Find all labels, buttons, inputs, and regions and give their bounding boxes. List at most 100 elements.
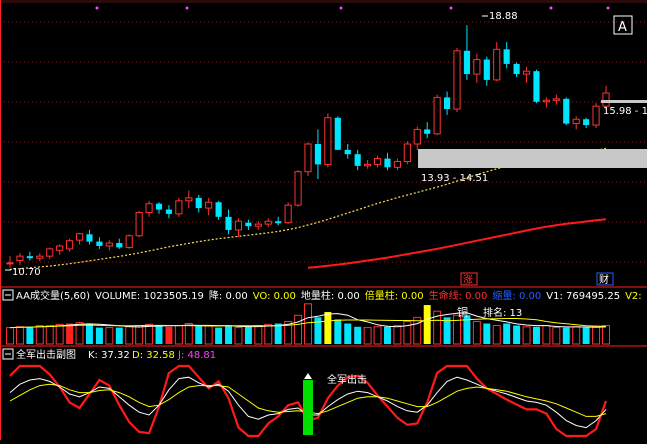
volume-bar [294,314,303,345]
candle [513,62,520,77]
candle [105,240,113,251]
volume-bar [234,327,243,345]
badge-zhang: 涨 [463,274,473,286]
candle [373,155,382,168]
volume-bar [66,323,74,344]
candle-body [165,209,173,214]
volume-bar [334,319,342,344]
signal-label: 全军出击 [327,373,367,386]
candle [443,91,451,115]
volume-bar [562,327,570,344]
signal-bar [303,380,313,435]
volume-bar [582,327,590,344]
volume-bar [125,326,134,345]
volume-bar [542,325,551,345]
candle-body [592,105,600,126]
volume-bar [602,325,610,345]
candle-body [125,235,133,248]
candle [135,211,143,238]
volume-bar [383,326,391,344]
candle [245,219,252,230]
candle-body [46,248,54,257]
candle-body [533,71,540,102]
candle-body [453,50,461,110]
volume-bar [254,325,263,345]
volume-bar [472,320,481,345]
candle [116,238,123,249]
candle [463,25,471,80]
candle [16,253,24,265]
volume-bar [274,323,282,344]
candle [294,170,302,207]
candle [155,202,163,214]
candle-body [185,197,193,202]
candle-body [433,96,441,135]
candle-body [473,59,481,75]
candle [195,194,202,213]
candle-body [16,255,24,262]
candle [56,244,64,255]
volume-bar [393,325,402,345]
price-low-label: 10.70 [12,267,41,278]
candle [175,197,183,217]
candle [393,158,401,171]
volume-bar [423,305,431,344]
candle [384,152,391,171]
candle-body [275,221,282,224]
candle-body [513,63,520,75]
volume-bar [244,326,252,344]
candle [165,205,173,219]
volume-bar [55,323,64,345]
candle-body [373,158,382,165]
candle [424,122,431,139]
candle-body [503,49,510,64]
candle [86,229,93,245]
candle-body [463,50,471,75]
volume-bar [522,326,531,345]
candle-body [215,202,222,217]
candle [264,218,272,228]
volume-bar [135,325,144,345]
candle [334,116,341,150]
candle [66,238,74,252]
candle-body [155,203,163,210]
candle [46,247,54,260]
volume-bar [45,325,54,345]
candle-body [403,143,411,162]
volume-bar [105,327,114,345]
candle [215,200,222,220]
candle-body [563,98,570,124]
kdj-j-value: J: 48.81 [177,350,216,361]
volume-bar [264,323,273,345]
candle [205,197,213,216]
volume-bar [95,327,103,344]
candle-body [175,200,183,215]
candle [225,209,232,235]
candle-body [86,234,93,242]
candle-body [542,99,550,103]
candle-body [105,242,113,247]
candle-body [334,117,341,150]
volume-header-item: 缩量: 0.00 [492,289,541,302]
volume-bar [204,325,213,345]
volume-bar [165,326,173,344]
volume-bar [115,327,123,344]
range-label-1: 13.93 - 14.51 [421,173,488,184]
window-mode-icon: A [618,20,627,35]
candle [483,56,490,86]
candle [354,149,361,171]
candle-body [56,245,64,251]
volume-header-item: 倍量柱: 0.00 [365,289,424,302]
volume-bar [344,323,352,344]
candle [96,237,103,249]
candle [453,47,461,112]
volume-bar [503,323,511,344]
candle-body [324,117,332,165]
volume-header-item: 生命线: 0.00 [429,289,488,302]
volume-bar [532,326,540,344]
kdj-d-value: D: 32.58 [132,350,175,361]
candle-body [393,160,401,168]
volume-bar [215,327,223,344]
volume-bar [513,325,521,344]
volume-bar [413,316,422,345]
